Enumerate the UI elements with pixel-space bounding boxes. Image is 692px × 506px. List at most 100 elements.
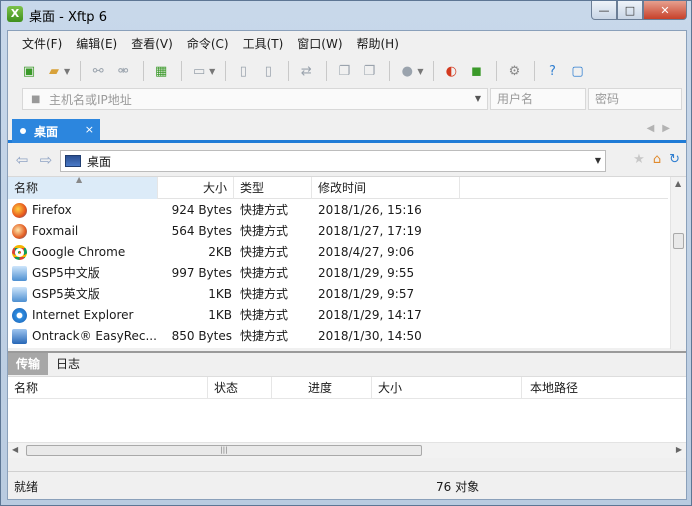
tab-transfer[interactable]: 传输: [8, 353, 49, 375]
scroll-left-icon[interactable]: ◀: [12, 445, 18, 454]
bookmark-star-icon[interactable]: ★: [633, 152, 645, 167]
scroll-right-icon[interactable]: ▶: [676, 445, 682, 454]
home-folder-icon[interactable]: ⌂: [653, 152, 661, 167]
file-type: 快捷方式: [240, 308, 289, 322]
host-address-input[interactable]: ■ 主机名或IP地址 ▼: [22, 88, 488, 110]
transfer-column-local-path[interactable]: 本地路径: [522, 377, 686, 399]
file-type: 快捷方式: [240, 203, 289, 217]
maximize-button[interactable]: □: [617, 1, 643, 20]
username-input[interactable]: 用户名: [490, 88, 586, 110]
terminal-icon[interactable]: ▭: [188, 60, 210, 82]
menu-edit[interactable]: 编辑(E): [76, 35, 117, 52]
tab-log[interactable]: 日志: [48, 353, 88, 375]
gsp-icon: [12, 266, 27, 281]
file-modified: 2018/1/29, 14:17: [318, 308, 422, 322]
file-row[interactable]: Firefox 924 Bytes 快捷方式 2018/1/26, 15:16: [8, 200, 668, 221]
file-modified: 2018/1/29, 9:57: [318, 287, 415, 301]
password-input[interactable]: 密码: [588, 88, 682, 110]
toolbar-divider: [534, 61, 536, 81]
title-bar[interactable]: X 桌面 - Xftp 6 — □ ✕: [1, 1, 691, 29]
transfer-column-name[interactable]: 名称: [8, 377, 208, 399]
menu-bar: 文件(F) 编辑(E) 查看(V) 命令(C) 工具(T) 窗口(W) 帮助(H…: [8, 31, 686, 55]
menu-file[interactable]: 文件(F): [22, 35, 62, 52]
refresh-icon[interactable]: ↻: [669, 152, 680, 167]
tab-label: 桌面: [34, 124, 59, 139]
transfer-column-size[interactable]: 大小: [372, 377, 522, 399]
chevron-down-icon[interactable]: ▼: [475, 94, 481, 103]
disconnect-icon[interactable]: ⚮: [112, 60, 134, 82]
gear-icon[interactable]: ⚙: [503, 60, 525, 82]
new-window-icon[interactable]: ▦: [150, 60, 172, 82]
file-list: ▲ 名称 大小 类型 修改时间 Firefox 924 Bytes 快捷方式 2018…: [8, 175, 686, 349]
column-name[interactable]: ▲ 名称: [8, 175, 158, 199]
file-name-cell: Ontrack® EasyRec...: [8, 326, 164, 347]
file-name-cell: GSP5英文版: [8, 284, 164, 305]
clone-icon[interactable]: ❐: [333, 60, 355, 82]
paste-file-icon[interactable]: ▯: [257, 60, 279, 82]
terminal-dropdown-icon[interactable]: ▼: [209, 67, 215, 76]
new-session-icon[interactable]: ▣: [18, 60, 40, 82]
app-window: X 桌面 - Xftp 6 — □ ✕ 文件(F) 编辑(E) 查看(V) 命令…: [0, 0, 692, 506]
xftp-icon[interactable]: ◼: [465, 60, 487, 82]
file-type: 快捷方式: [240, 224, 289, 238]
column-modified[interactable]: 修改时间: [312, 177, 460, 199]
menu-tools[interactable]: 工具(T): [243, 35, 284, 52]
transfer-hscrollbar[interactable]: ◀ ||| ▶: [8, 442, 686, 458]
toolbar-divider: [181, 61, 183, 81]
file-list-scrollbar[interactable]: ▲: [670, 177, 686, 349]
file-name: Google Chrome: [32, 245, 126, 259]
file-size: 1KB: [208, 287, 232, 301]
globe-icon[interactable]: ●: [396, 60, 418, 82]
help-icon[interactable]: ?: [541, 60, 563, 82]
xftp-app-icon: X: [7, 6, 23, 22]
scroll-up-icon[interactable]: ▲: [675, 179, 681, 188]
file-row[interactable]: GSP5中文版 997 Bytes 快捷方式 2018/1/29, 9:55: [8, 263, 668, 284]
column-size[interactable]: 大小: [158, 177, 234, 199]
firefox-icon: [12, 203, 27, 218]
menu-command[interactable]: 命令(C): [187, 35, 229, 52]
transfer-column-status[interactable]: 状态: [208, 377, 272, 399]
column-type[interactable]: 类型: [234, 177, 312, 199]
scroll-thumb[interactable]: [673, 233, 684, 249]
file-size: 1KB: [208, 308, 232, 322]
close-tab-icon[interactable]: ×: [85, 123, 94, 136]
open-folder-icon[interactable]: ▰: [43, 60, 65, 82]
forward-arrow-icon[interactable]: ⇨: [36, 151, 56, 169]
file-name-cell: Firefox: [8, 200, 164, 221]
file-row[interactable]: Internet Explorer 1KB 快捷方式 2018/1/29, 14:17: [8, 305, 668, 326]
tab-scroll-arrows[interactable]: ◀▶: [647, 123, 678, 134]
chat-icon[interactable]: ▢: [566, 60, 588, 82]
menu-window[interactable]: 窗口(W): [297, 35, 342, 52]
tab-desktop[interactable]: 桌面 ×: [12, 119, 100, 143]
close-button[interactable]: ✕: [643, 1, 687, 20]
path-dropdown-icon[interactable]: ▼: [595, 156, 601, 165]
xshell-icon[interactable]: ◐: [440, 60, 462, 82]
host-placeholder: 主机名或IP地址: [49, 92, 132, 107]
file-type: 快捷方式: [240, 245, 289, 259]
transfer-column-progress[interactable]: 进度: [272, 377, 372, 399]
file-name-cell: Internet Explorer: [8, 305, 164, 326]
open-dropdown-icon[interactable]: ▼: [64, 67, 70, 76]
path-input[interactable]: 桌面 ▼: [60, 150, 606, 172]
menu-help[interactable]: 帮助(H): [357, 35, 399, 52]
status-text: 就绪: [14, 480, 39, 494]
duplicate-icon[interactable]: ❐: [358, 60, 380, 82]
file-name-cell: Foxmail: [8, 221, 164, 242]
file-row[interactable]: Foxmail 564 Bytes 快捷方式 2018/1/27, 17:19: [8, 221, 668, 242]
file-row[interactable]: Ontrack® EasyRec... 850 Bytes 快捷方式 2018/1/3…: [8, 326, 668, 347]
foxmail-icon: [12, 224, 27, 239]
back-arrow-icon[interactable]: ⇦: [12, 151, 32, 169]
connect-icon[interactable]: ⚯: [87, 60, 109, 82]
file-modified: 2018/4/27, 9:06: [318, 245, 415, 259]
copy-file-icon[interactable]: ▯: [232, 60, 254, 82]
file-row[interactable]: GSP5英文版 1KB 快捷方式 2018/1/29, 9:57: [8, 284, 668, 305]
transfer-list-header: 名称 状态 进度 大小 本地路径: [8, 377, 686, 399]
menu-view[interactable]: 查看(V): [131, 35, 173, 52]
file-name: GSP5中文版: [32, 266, 100, 280]
toolbar-divider: [225, 61, 227, 81]
hscroll-thumb[interactable]: |||: [26, 445, 422, 456]
transfer-icon[interactable]: ⇄: [295, 60, 317, 82]
file-row[interactable]: Google Chrome 2KB 快捷方式 2018/4/27, 9:06: [8, 242, 668, 263]
minimize-button[interactable]: —: [591, 1, 617, 20]
globe-dropdown-icon[interactable]: ▼: [417, 67, 423, 76]
